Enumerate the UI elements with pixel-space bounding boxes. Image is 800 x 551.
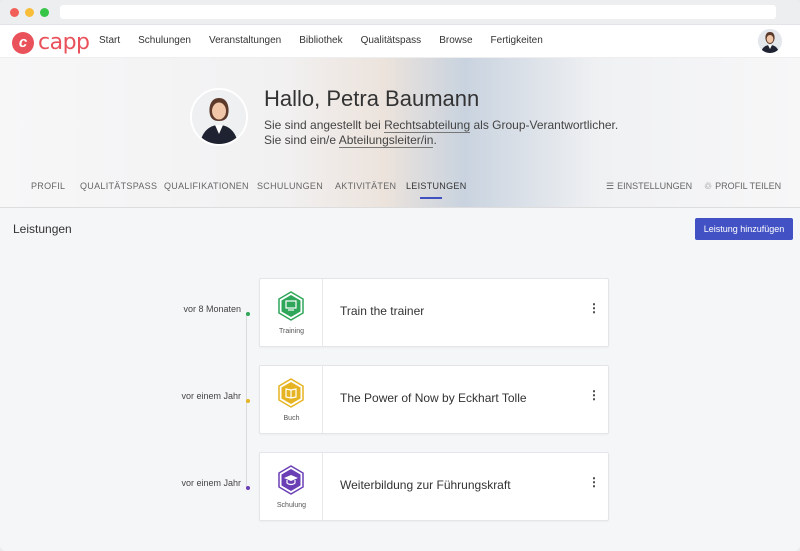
- profile-role-line: Sie sind ein/e Abteilungsleiter/in.: [264, 133, 437, 148]
- more-options-icon[interactable]: ⋮: [588, 389, 600, 401]
- tab-qualifikationen[interactable]: QUALIFIKATIONEN: [164, 181, 249, 191]
- tab-schulungen[interactable]: SCHULUNGEN: [257, 181, 323, 191]
- profile-greeting: Hallo, Petra Baumann: [264, 86, 480, 111]
- nav-item-bibliothek[interactable]: Bibliothek: [299, 35, 342, 46]
- timeline-dot: [246, 486, 250, 490]
- settings-label: EINSTELLUNGEN: [617, 181, 693, 191]
- settings-sliders-icon: ☰: [606, 181, 615, 191]
- tab-aktivitaeten[interactable]: AKTIVITÄTEN: [335, 181, 396, 191]
- role-suffix: .: [433, 133, 437, 147]
- achievements-section: Leistungen Leistung hinzufügen vor 8 Mon…: [0, 209, 800, 551]
- active-tab-indicator: [420, 197, 442, 199]
- timeline-time: vor einem Jahr: [181, 391, 241, 401]
- achievement-card[interactable]: Schulung Weiterbildung zur Führungskraft…: [259, 452, 609, 521]
- close-window-button[interactable]: [10, 8, 19, 17]
- nav-item-browse[interactable]: Browse: [439, 35, 472, 46]
- section-title: Leistungen: [13, 222, 72, 236]
- logo-text: capp: [38, 30, 90, 55]
- profile-tabs: PROFIL QUALITÄTSPASS QUALIFIKATIONEN SCH…: [0, 178, 800, 208]
- employment-suffix: als Group-Verantwortlicher.: [470, 118, 619, 132]
- timeline-dot: [246, 399, 250, 403]
- achievement-type-label: Training: [278, 328, 305, 335]
- department-link[interactable]: Rechtsabteilung: [384, 118, 471, 133]
- user-avatar-icon: [758, 29, 782, 53]
- role-link[interactable]: Abteilungsleiter/in: [338, 133, 434, 148]
- nav-item-qualitaetspass[interactable]: Qualitätspass: [361, 35, 422, 46]
- achievement-title: Weiterbildung zur Führungskraft: [340, 478, 511, 492]
- nav-item-veranstaltungen[interactable]: Veranstaltungen: [209, 35, 281, 46]
- training-icon: [278, 291, 304, 321]
- top-navigation: c capp Start Schulungen Veranstaltungen …: [0, 25, 800, 58]
- graduation-icon: [278, 465, 304, 495]
- timeline-time: vor einem Jahr: [181, 478, 241, 488]
- employment-prefix: Sie sind angestellt bei: [264, 118, 385, 132]
- book-icon: [278, 378, 304, 408]
- settings-button[interactable]: ☰ EINSTELLUNGEN: [606, 181, 692, 192]
- tab-leistungen[interactable]: LEISTUNGEN: [406, 181, 467, 191]
- main-menu: Start Schulungen Veranstaltungen Bibliot…: [99, 35, 561, 46]
- timeline-time: vor 8 Monaten: [183, 304, 241, 314]
- browser-window: c capp Start Schulungen Veranstaltungen …: [0, 0, 800, 551]
- tab-qualitaetspass[interactable]: QUALITÄTSPASS: [80, 181, 157, 191]
- logo-mark-icon: c: [12, 31, 34, 54]
- timeline-dot: [246, 312, 250, 316]
- role-prefix: Sie sind ein/e: [264, 133, 339, 147]
- achievement-title: The Power of Now by Eckhart Tolle: [340, 391, 527, 405]
- share-icon: ♲: [704, 181, 713, 191]
- achievement-card[interactable]: Buch The Power of Now by Eckhart Tolle ⋮: [259, 365, 609, 434]
- capp-logo[interactable]: c capp: [12, 30, 90, 55]
- user-avatar[interactable]: [758, 29, 782, 53]
- minimize-window-button[interactable]: [25, 8, 34, 17]
- nav-item-start[interactable]: Start: [99, 35, 120, 46]
- achievement-title: Train the trainer: [340, 304, 425, 318]
- achievement-type-box: Training: [260, 279, 323, 346]
- browser-titlebar: [0, 0, 800, 25]
- maximize-window-button[interactable]: [40, 8, 49, 17]
- nav-item-fertigkeiten[interactable]: Fertigkeiten: [491, 35, 543, 46]
- achievement-type-box: Schulung: [260, 453, 323, 520]
- address-bar[interactable]: [60, 5, 776, 19]
- achievement-card[interactable]: Training Train the trainer ⋮: [259, 278, 609, 347]
- profile-employment-line: Sie sind angestellt bei Rechtsabteilung …: [264, 118, 619, 133]
- more-options-icon[interactable]: ⋮: [588, 476, 600, 488]
- more-options-icon[interactable]: ⋮: [588, 302, 600, 314]
- achievement-type-box: Buch: [260, 366, 323, 433]
- share-profile-button[interactable]: ♲ PROFIL TEILEN: [704, 181, 781, 192]
- achievement-type-label: Schulung: [276, 502, 307, 509]
- nav-item-schulungen[interactable]: Schulungen: [138, 35, 191, 46]
- achievement-type-label: Buch: [283, 415, 300, 422]
- share-label: PROFIL TEILEN: [715, 181, 782, 191]
- tab-profil[interactable]: PROFIL: [31, 181, 65, 191]
- profile-photo-icon: [192, 90, 246, 144]
- add-achievement-button[interactable]: Leistung hinzufügen: [695, 218, 793, 240]
- profile-avatar: [190, 88, 248, 146]
